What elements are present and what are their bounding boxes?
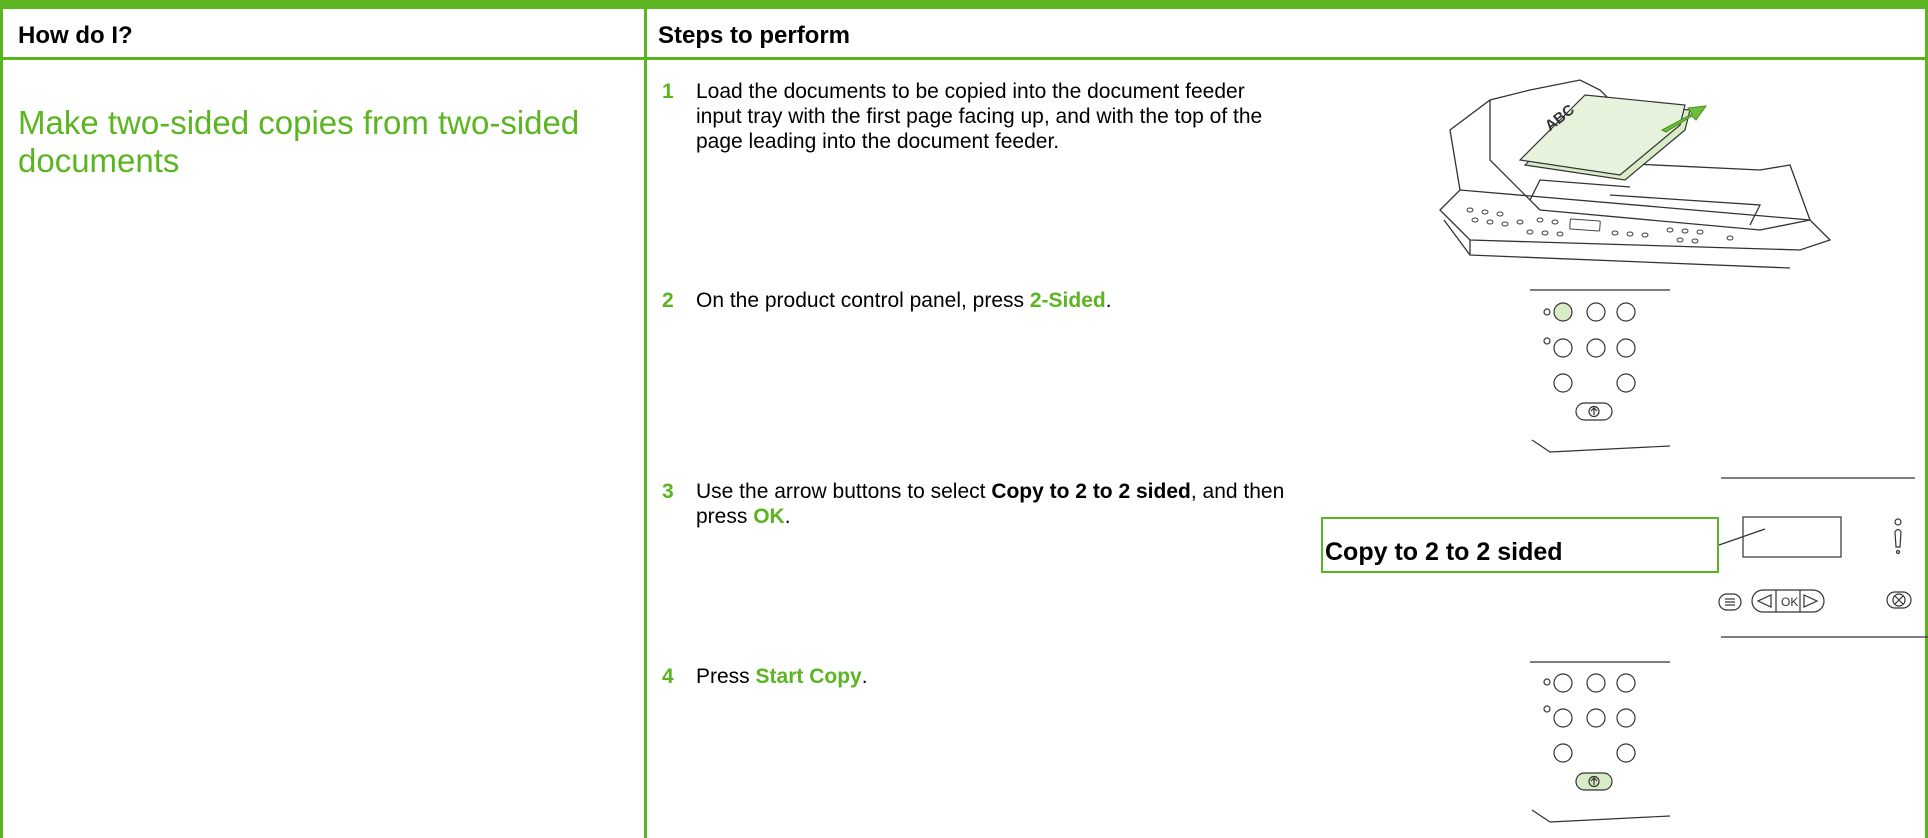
control-panel-2-sided-illustration: [1530, 289, 1671, 453]
printer-feeder-illustration: ABC: [1439, 79, 1832, 269]
step-text: Press Start Copy.: [696, 665, 868, 688]
right-arrow-icon: [1803, 594, 1819, 608]
step-text: Use the arrow buttons to select Copy to …: [696, 480, 1285, 528]
step-number: 3: [662, 480, 674, 503]
left-arrow-icon: [1756, 594, 1772, 608]
ok-button-label: OK: [1781, 595, 1798, 609]
column-header-how-do-i: How do I?: [18, 22, 133, 49]
step-number: 2: [662, 289, 674, 312]
task-title: Make two-sided copies from two-sided doc…: [18, 104, 580, 179]
callout-leader-line: [1718, 528, 1766, 546]
two-sided-button-icon: [1553, 302, 1573, 322]
header-divider: [0, 57, 1928, 60]
display-callout: Copy to 2 to 2 sided: [1321, 517, 1719, 573]
top-accent-bar: [0, 0, 1928, 9]
step-number: 1: [662, 80, 674, 103]
control-panel-start-copy-illustration: [1530, 661, 1671, 823]
option-name: Copy to 2 to 2 sided: [991, 480, 1191, 503]
step-number: 4: [662, 665, 674, 688]
callout-text: Copy to 2 to 2 sided: [1325, 538, 1563, 566]
highlight-2-sided: 2-Sided: [1029, 289, 1106, 312]
paper-stack: ABC: [1518, 94, 1691, 181]
step-text: On the product control panel, press 2-Si…: [696, 289, 1112, 312]
column-header-steps: Steps to perform: [658, 22, 851, 49]
step-text: Load the documents to be copied into the…: [696, 80, 1263, 153]
column-divider: [644, 9, 647, 838]
highlight-start-copy: Start Copy: [755, 665, 862, 688]
lcd-display: [1742, 516, 1842, 558]
control-panel-arrows-illustration: OK: [1718, 477, 1928, 638]
highlight-ok: OK: [753, 505, 785, 528]
attention-icon: [1894, 528, 1902, 548]
